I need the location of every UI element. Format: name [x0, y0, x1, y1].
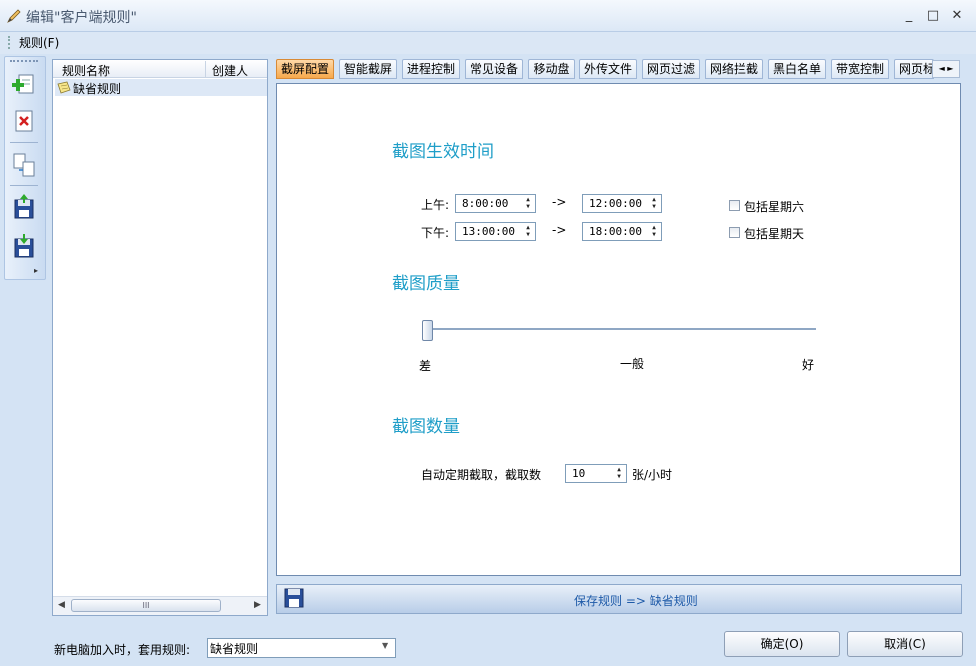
rule-list	[52, 59, 268, 616]
tab-screenshot-config[interactable]: 截屏配置	[276, 59, 334, 79]
quality-heading: 截图质量	[392, 274, 460, 294]
column-divider[interactable]	[205, 61, 206, 77]
chevron-down-icon[interactable]: ▼	[382, 641, 388, 650]
am-arrow: ->	[552, 195, 567, 209]
spin-arrows-icon[interactable]: ▲ ▼	[649, 196, 659, 211]
scrollbar-thumb[interactable]: III	[71, 599, 221, 612]
tab-common-devices[interactable]: 常见设备	[465, 59, 523, 79]
tab-removable-disk[interactable]: 移动盘	[528, 59, 575, 79]
toolbar-grip	[10, 60, 38, 63]
tab-bandwidth-control[interactable]: 带宽控制	[831, 59, 889, 79]
count-unit: 张/小时	[632, 468, 673, 482]
menu-bar	[0, 32, 976, 54]
tab-network-block[interactable]: 网络拦截	[705, 59, 763, 79]
tab-process-control[interactable]: 进程控制	[402, 59, 460, 79]
count-label: 自动定期截取，截取数	[421, 468, 542, 482]
quality-mid-label: 一般	[620, 357, 645, 371]
rule-note-icon	[57, 81, 71, 94]
copy-rule-icon[interactable]	[9, 150, 39, 180]
am-end-time[interactable]: 12:00:00 ▲ ▼	[582, 194, 662, 213]
column-creator[interactable]: 创建人	[212, 62, 248, 79]
count-heading: 截图数量	[392, 417, 460, 437]
tab-smart-screenshot[interactable]: 智能截屏	[339, 59, 397, 79]
new-pc-rule-select-value[interactable]: 缺省规则	[210, 640, 258, 657]
spin-arrows-icon[interactable]: ▲ ▼	[614, 466, 624, 481]
pm-label: 下午:	[421, 226, 450, 240]
ok-button[interactable]: 确定(O)	[724, 631, 840, 657]
save-disk-icon[interactable]	[283, 587, 305, 609]
pm-start-time[interactable]: 13:00:00 ▲ ▼	[455, 222, 536, 241]
spin-arrows-icon[interactable]: ▲ ▼	[523, 224, 533, 239]
minimize-button[interactable]: _	[898, 6, 920, 26]
scroll-left-arrow-icon[interactable]: ◀	[58, 600, 65, 610]
cancel-button[interactable]: 取消(C)	[847, 631, 963, 657]
save-rule-text[interactable]: 保存规则 => 缺省规则	[574, 592, 698, 609]
edit-pen-icon	[7, 9, 21, 23]
window-title: 编辑"客户端规则"	[26, 10, 137, 26]
tab-web-more[interactable]: 网页标	[894, 59, 934, 79]
title-bar	[0, 0, 976, 32]
pm-end-time[interactable]: 18:00:00 ▲ ▼	[582, 222, 662, 241]
count-stepper[interactable]: 10 ▲ ▼	[565, 464, 627, 483]
quality-slider-thumb[interactable]	[422, 320, 433, 341]
toolbar-separator	[10, 142, 38, 143]
quality-slider-track[interactable]	[427, 328, 816, 330]
toolbar-overflow-icon[interactable]: ▸	[34, 266, 44, 276]
export-rule-icon[interactable]	[9, 231, 39, 261]
pm-arrow: ->	[552, 223, 567, 237]
include-saturday-checkbox[interactable]	[729, 200, 740, 211]
spin-arrows-icon[interactable]: ▲ ▼	[523, 196, 533, 211]
tab-scroll-buttons[interactable]: ◄ ►	[932, 60, 960, 78]
delete-rule-icon[interactable]	[9, 107, 39, 137]
rule-name: 缺省规则	[73, 82, 122, 96]
toolbar-separator	[10, 185, 38, 186]
time-heading: 截图生效时间	[392, 142, 494, 162]
menu-grip	[8, 36, 11, 49]
add-rule-icon[interactable]	[9, 70, 39, 100]
close-button[interactable]: ✕	[946, 6, 968, 26]
include-sunday-label[interactable]: 包括星期天	[744, 225, 804, 242]
am-start-time[interactable]: 8:00:00 ▲ ▼	[455, 194, 536, 213]
tab-web-filter[interactable]: 网页过滤	[642, 59, 700, 79]
tab-black-white-list[interactable]: 黑白名单	[768, 59, 826, 79]
include-saturday-label[interactable]: 包括星期六	[744, 198, 804, 215]
quality-high-label: 好	[802, 358, 815, 372]
scroll-right-arrow-icon[interactable]: ▶	[254, 600, 261, 610]
import-rule-icon[interactable]	[9, 192, 39, 222]
new-pc-rule-label: 新电脑加入时，套用规则:	[54, 643, 191, 657]
tab-scroll-right-icon[interactable]: ►	[947, 64, 953, 73]
tab-outgoing-files[interactable]: 外传文件	[579, 59, 637, 79]
menu-rule[interactable]: 规则(F)	[19, 34, 59, 51]
am-label: 上午:	[421, 198, 450, 212]
quality-low-label: 差	[419, 359, 432, 373]
spin-arrows-icon[interactable]: ▲ ▼	[649, 224, 659, 239]
maximize-button[interactable]: □	[922, 6, 944, 26]
column-rule-name[interactable]: 规则名称	[62, 62, 110, 79]
tab-scroll-left-icon[interactable]: ◄	[939, 64, 945, 73]
include-sunday-checkbox[interactable]	[729, 227, 740, 238]
